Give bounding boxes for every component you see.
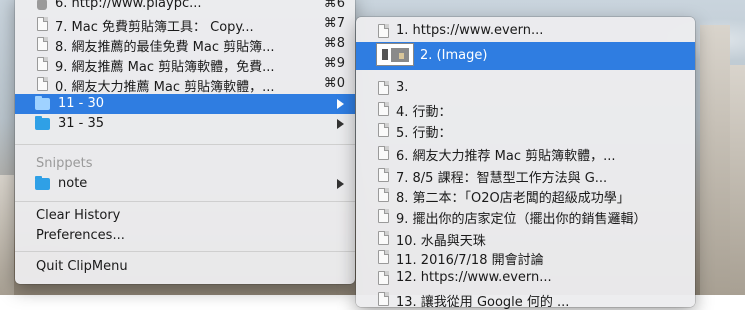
submenu-item-label: 1. https://www.evern...: [396, 23, 544, 38]
history-item-label: 7. Mac 免費剪貼簿工具： Copy...: [55, 20, 254, 35]
history-item-label: 8. 網友推薦的最佳免費 Mac 剪貼簿...: [55, 40, 275, 55]
submenu-item-label: 6. 網友大力推荐 Mac 剪貼簿軟體，...: [396, 149, 616, 164]
document-icon: [37, 37, 48, 51]
submenu-item-5[interactable]: 5. 行動：: [356, 120, 695, 141]
history-item-0[interactable]: 0. 網友大力推薦 Mac 剪貼簿軟體，... ⌘0: [15, 74, 355, 95]
submenu-item-11[interactable]: 11. 2016/7/18 開會討論: [356, 247, 695, 268]
section-header-label: Snippets: [36, 156, 93, 171]
history-item-6[interactable]: 6. http://www.playpc... ⌘6: [15, 0, 355, 14]
history-item-7[interactable]: 7. Mac 免費剪貼簿工具： Copy... ⌘7: [15, 14, 355, 35]
submenu-item-1[interactable]: 1. https://www.evern...: [356, 21, 695, 41]
document-icon: [378, 188, 389, 202]
submenu-item-label: 11. 2016/7/18 開會討論: [396, 253, 544, 268]
submenu-item-6[interactable]: 6. 網友大力推荐 Mac 剪貼簿軟體，...: [356, 143, 695, 164]
submenu-item-label: 5. 行動：: [396, 126, 452, 141]
submenu-arrow-icon: [337, 179, 344, 189]
clipmenu-main-menu: 6. http://www.playpc... ⌘6 7. Mac 免費剪貼簿工…: [15, 0, 355, 284]
menu-item-label: Preferences...: [36, 228, 125, 243]
history-item-label: 0. 網友大力推薦 Mac 剪貼簿軟體，...: [55, 80, 275, 95]
submenu-item-9[interactable]: 9. 擺出你的店家定位（擺出你的銷售邏輯）: [356, 206, 695, 227]
submenu-item-label: 7. 8/5 課程：智慧型工作方法與 G...: [396, 171, 608, 186]
submenu-item-label: 12. https://www.evern...: [396, 270, 552, 285]
menu-separator: [15, 201, 355, 202]
folder-icon: [35, 116, 50, 130]
shortcut-label: ⌘9: [323, 56, 345, 71]
snippet-folder-note[interactable]: note: [15, 174, 355, 194]
image-thumbnail-icon: [376, 43, 414, 66]
document-icon: [378, 271, 389, 285]
submenu-item-13[interactable]: 13. 讓我從用 Google 何的 ...: [356, 289, 695, 310]
menu-separator: [15, 251, 355, 252]
preferences-item[interactable]: Preferences...: [15, 226, 355, 246]
document-icon: [378, 102, 389, 116]
menu-item-label: Clear History: [36, 208, 121, 223]
document-icon: [37, 57, 48, 71]
submenu-item-8[interactable]: 8. 第二本：「O2O店老闆的超級成功學」: [356, 185, 695, 206]
submenu-item-label: 3.: [396, 80, 409, 95]
submenu-item-12[interactable]: 12. https://www.evern...: [356, 268, 695, 288]
submenu-item-4[interactable]: 4. 行動：: [356, 99, 695, 120]
history-item-9[interactable]: 9. 網友推薦 Mac 剪貼簿軟體，免費... ⌘9: [15, 54, 355, 75]
document-icon: [378, 292, 389, 306]
submenu-item-7[interactable]: 7. 8/5 課程：智慧型工作方法與 G...: [356, 165, 695, 186]
document-icon: [378, 168, 389, 182]
folder-31-35[interactable]: 31 - 35: [15, 114, 355, 134]
submenu-11-30: 1. https://www.evern... 2. (Image) 3. 4.…: [356, 17, 695, 310]
submenu-item-10[interactable]: 10. 水晶與天珠: [356, 228, 695, 249]
document-icon: [37, 77, 48, 91]
document-icon: [378, 123, 389, 137]
menu-item-label: Quit ClipMenu: [36, 259, 128, 274]
shortcut-label: ⌘0: [323, 76, 345, 91]
submenu-arrow-icon: [337, 119, 344, 129]
menu-separator: [15, 144, 355, 145]
submenu-item-2-image[interactable]: 2. (Image): [356, 42, 695, 70]
document-icon: [378, 231, 389, 245]
shortcut-label: ⌘7: [323, 16, 345, 31]
document-icon: [378, 250, 389, 264]
clear-history-item[interactable]: Clear History: [15, 206, 355, 226]
submenu-item-label: 4. 行動：: [396, 105, 452, 120]
document-icon: [378, 209, 389, 223]
history-item-8[interactable]: 8. 網友推薦的最佳免費 Mac 剪貼簿... ⌘8: [15, 34, 355, 55]
document-icon: [37, 17, 48, 31]
folder-label: 31 - 35: [58, 116, 105, 131]
submenu-item-label: 9. 擺出你的店家定位（擺出你的銷售邏輯）: [396, 212, 647, 227]
shortcut-label: ⌘8: [323, 36, 345, 51]
history-item-label: 6. http://www.playpc...: [55, 0, 202, 11]
folder-icon: [35, 176, 50, 190]
folder-icon: [35, 96, 50, 110]
submenu-arrow-icon: [337, 99, 344, 109]
folder-label: note: [58, 176, 88, 191]
document-icon: [378, 24, 389, 38]
submenu-item-label: 8. 第二本：「O2O店老闆的超級成功學」: [396, 191, 630, 206]
snippets-header: Snippets: [15, 154, 355, 174]
history-item-label: 9. 網友推薦 Mac 剪貼簿軟體，免費...: [55, 60, 275, 75]
document-icon: [378, 81, 389, 95]
folder-11-30[interactable]: 11 - 30: [15, 94, 355, 114]
lightbulb-icon: [37, 0, 47, 10]
submenu-item-label: 13. 讓我從用 Google 何的 ...: [396, 295, 570, 310]
shortcut-label: ⌘6: [323, 0, 345, 11]
document-icon: [378, 146, 389, 160]
quit-item[interactable]: Quit ClipMenu: [15, 257, 355, 277]
submenu-item-label: 2. (Image): [420, 48, 488, 63]
folder-label: 11 - 30: [58, 96, 105, 111]
submenu-item-3[interactable]: 3.: [356, 78, 695, 98]
